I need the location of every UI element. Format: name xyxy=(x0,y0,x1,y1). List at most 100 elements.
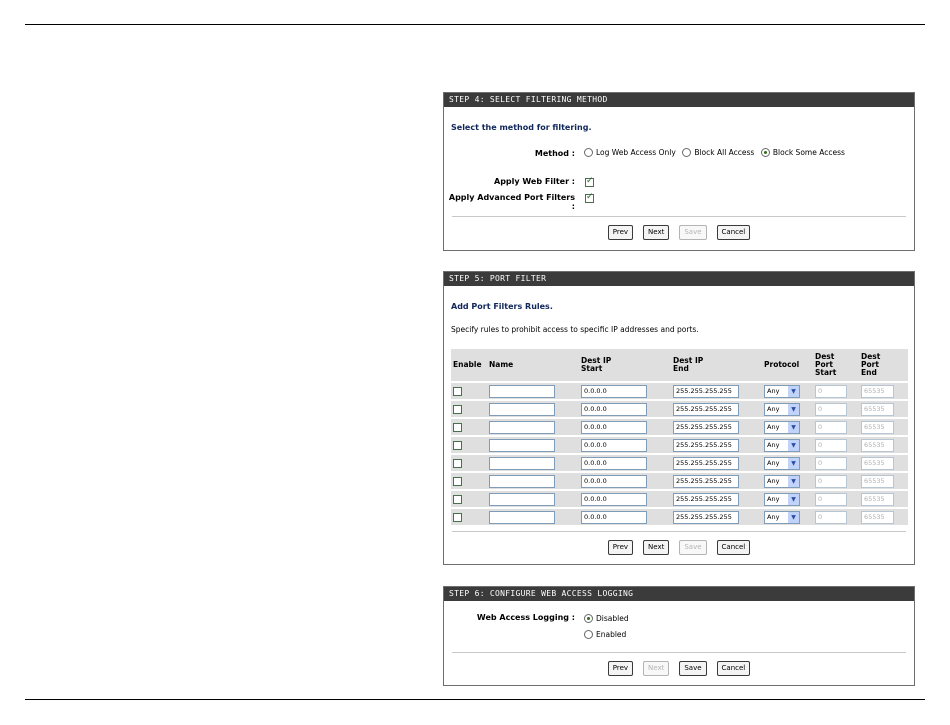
table-row: Any ▼ xyxy=(451,491,908,507)
logging-radio-enabled[interactable] xyxy=(584,630,593,639)
row-name-input[interactable] xyxy=(489,474,555,488)
row-ip-end-input[interactable] xyxy=(673,456,739,470)
row-port-start-input[interactable] xyxy=(815,492,847,506)
step6-next-button[interactable]: Next xyxy=(643,661,670,676)
ip-end-cell xyxy=(671,401,762,417)
step6-prev-button[interactable]: Prev xyxy=(607,661,634,676)
row-port-start-input[interactable] xyxy=(815,456,847,470)
method-radio-block-some[interactable] xyxy=(760,148,770,157)
row-port-end-input[interactable] xyxy=(861,474,894,488)
step5-save-button[interactable]: Save xyxy=(679,540,707,555)
port-filter-table: Enable Name Dest IP Start Dest IP End Prot… xyxy=(451,347,908,527)
apply-port-filters-checkbox[interactable] xyxy=(585,192,594,203)
name-cell xyxy=(487,455,579,471)
row-ip-start-input[interactable] xyxy=(581,384,647,398)
row-protocol-select[interactable]: Any ▼ xyxy=(764,456,800,470)
row-protocol-select[interactable]: Any ▼ xyxy=(764,438,800,452)
enable-cell xyxy=(451,401,487,417)
row-port-start-input[interactable] xyxy=(815,402,847,416)
row-port-start-input[interactable] xyxy=(815,438,847,452)
step4-prev-button[interactable]: Prev xyxy=(607,225,634,240)
row-name-input[interactable] xyxy=(489,420,555,434)
row-enable-checkbox[interactable] xyxy=(453,440,462,450)
chevron-down-icon: ▼ xyxy=(788,421,799,433)
row-enable-checkbox[interactable] xyxy=(453,512,462,522)
row-port-end-input[interactable] xyxy=(861,456,894,470)
row-protocol-select[interactable]: Any ▼ xyxy=(764,420,800,434)
row-port-start-input[interactable] xyxy=(815,384,847,398)
step5-prev-button[interactable]: Prev xyxy=(607,540,634,555)
row-ip-start-input[interactable] xyxy=(581,510,647,524)
col-name: Name xyxy=(487,349,579,381)
row-port-end-input[interactable] xyxy=(861,438,894,452)
row-enable-checkbox[interactable] xyxy=(453,494,462,504)
table-header-row: Enable Name Dest IP Start Dest IP End Prot… xyxy=(451,349,908,381)
step4-save-button[interactable]: Save xyxy=(679,225,707,240)
row-enable-checkbox[interactable] xyxy=(453,404,462,414)
row-ip-end-input[interactable] xyxy=(673,420,739,434)
row-ip-start-input[interactable] xyxy=(581,420,647,434)
method-options: Log Web Access Only Block All Access Blo… xyxy=(584,148,849,157)
row-ip-start-input[interactable] xyxy=(581,402,647,416)
logging-option-enabled: Enabled xyxy=(584,630,630,639)
row-enable-checkbox[interactable] xyxy=(453,476,462,486)
col-dest-port-start: Dest Port Start xyxy=(813,349,859,381)
row-protocol-select[interactable]: Any ▼ xyxy=(764,402,800,416)
ip-start-cell xyxy=(579,491,671,507)
row-ip-start-input[interactable] xyxy=(581,456,647,470)
name-cell xyxy=(487,437,579,453)
step6-cancel-button[interactable]: Cancel xyxy=(716,661,751,676)
step4-next-button[interactable]: Next xyxy=(643,225,670,240)
port-start-cell xyxy=(813,383,859,399)
step4-cancel-button[interactable]: Cancel xyxy=(716,225,751,240)
method-radio-log-only[interactable] xyxy=(584,148,593,157)
port-start-cell xyxy=(813,473,859,489)
row-enable-checkbox[interactable] xyxy=(453,458,462,468)
row-port-start-input[interactable] xyxy=(815,474,847,488)
row-ip-end-input[interactable] xyxy=(673,492,739,506)
row-protocol-value: Any xyxy=(767,441,780,449)
ip-end-cell xyxy=(671,455,762,471)
name-cell xyxy=(487,491,579,507)
row-port-end-input[interactable] xyxy=(861,510,894,524)
table-row: Any ▼ xyxy=(451,383,908,399)
step6-save-button[interactable]: Save xyxy=(679,661,707,676)
row-ip-end-input[interactable] xyxy=(673,402,739,416)
row-protocol-select[interactable]: Any ▼ xyxy=(764,510,800,524)
method-radio-block-all[interactable] xyxy=(682,148,692,157)
row-port-end-input[interactable] xyxy=(861,420,894,434)
row-protocol-select[interactable]: Any ▼ xyxy=(764,384,800,398)
row-ip-end-input[interactable] xyxy=(673,510,739,524)
row-enable-checkbox[interactable] xyxy=(453,422,462,432)
row-name-input[interactable] xyxy=(489,510,555,524)
chevron-down-icon: ▼ xyxy=(788,385,799,397)
row-name-input[interactable] xyxy=(489,402,555,416)
row-ip-end-input[interactable] xyxy=(673,474,739,488)
row-port-end-input[interactable] xyxy=(861,384,894,398)
row-ip-start-input[interactable] xyxy=(581,438,647,452)
row-protocol-select[interactable]: Any ▼ xyxy=(764,474,800,488)
row-name-input[interactable] xyxy=(489,438,555,452)
step6-divider xyxy=(452,652,906,653)
row-protocol-select[interactable]: Any ▼ xyxy=(764,492,800,506)
row-port-start-input[interactable] xyxy=(815,420,847,434)
step6-button-row: Prev Next Save Cancel xyxy=(444,661,914,676)
apply-web-filter-checkbox[interactable] xyxy=(585,176,594,187)
row-ip-end-input[interactable] xyxy=(673,384,739,398)
logging-radio-disabled[interactable] xyxy=(584,614,593,623)
row-name-input[interactable] xyxy=(489,384,555,398)
row-ip-end-input[interactable] xyxy=(673,438,739,452)
row-name-input[interactable] xyxy=(489,492,555,506)
row-name-input[interactable] xyxy=(489,456,555,470)
row-ip-start-input[interactable] xyxy=(581,474,647,488)
ip-start-cell xyxy=(579,455,671,471)
name-cell xyxy=(487,383,579,399)
port-start-cell xyxy=(813,437,859,453)
step5-cancel-button[interactable]: Cancel xyxy=(716,540,751,555)
row-port-end-input[interactable] xyxy=(861,492,894,506)
row-port-end-input[interactable] xyxy=(861,402,894,416)
row-enable-checkbox[interactable] xyxy=(453,386,462,396)
row-ip-start-input[interactable] xyxy=(581,492,647,506)
step5-next-button[interactable]: Next xyxy=(643,540,670,555)
row-port-start-input[interactable] xyxy=(815,510,847,524)
